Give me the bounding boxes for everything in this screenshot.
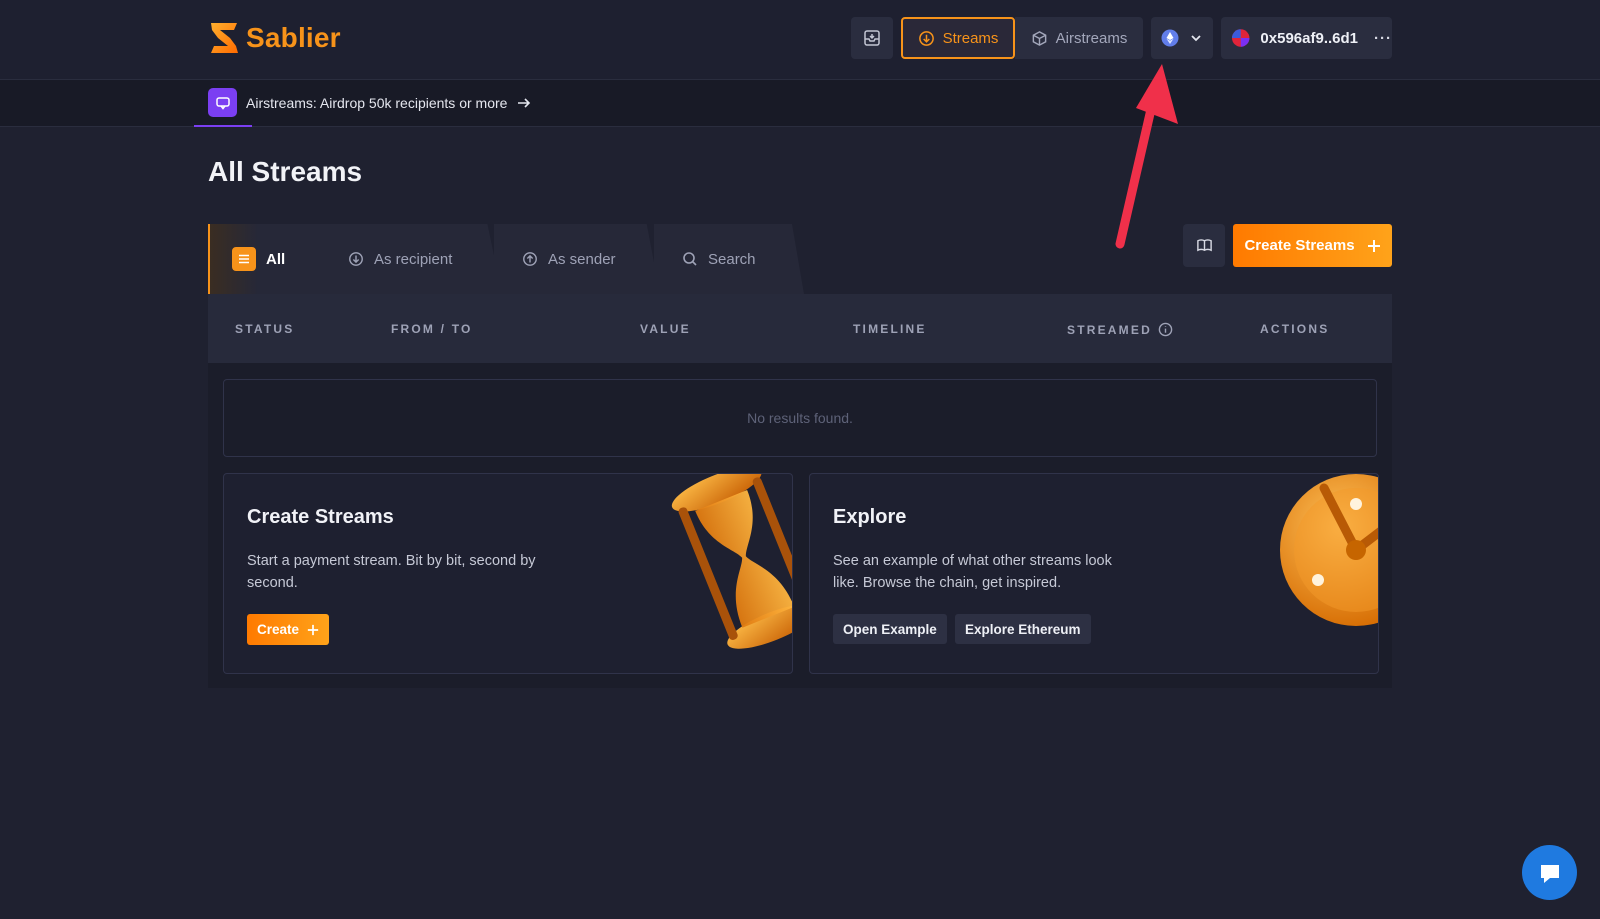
wallet-avatar-icon xyxy=(1231,29,1250,47)
streams-table: STATUS FROM / TO VALUE TIMELINE STREAMED… xyxy=(208,294,1392,688)
chain-selector[interactable] xyxy=(1151,17,1213,59)
explore-card-description: See an example of what other streams loo… xyxy=(833,553,1112,591)
cube-icon xyxy=(1032,30,1047,46)
tab-as-recipient[interactable]: As recipient xyxy=(320,224,502,294)
create-button[interactable]: Create xyxy=(247,614,330,645)
inbox-button[interactable] xyxy=(851,17,893,59)
nav-streams-label: Streams xyxy=(942,29,999,47)
wallet-button[interactable]: 0x596af9..6d1 ··· xyxy=(1221,17,1392,59)
page-title: All Streams xyxy=(208,156,363,187)
column-status[interactable]: STATUS xyxy=(235,322,294,336)
empty-state-text: No results found. xyxy=(747,410,853,426)
column-streamed[interactable]: STREAMED xyxy=(1067,322,1173,337)
support-chat-button[interactable] xyxy=(1522,845,1577,900)
create-streams-label: Create Streams xyxy=(1244,237,1355,254)
tab-search[interactable]: Search xyxy=(654,224,804,294)
tab-search-label: Search xyxy=(708,250,756,268)
explore-card: Explore See an example of what other str… xyxy=(809,473,1379,674)
column-value[interactable]: VALUE xyxy=(640,322,691,336)
chevron-down-icon xyxy=(1191,35,1201,42)
sablier-logo-icon xyxy=(211,23,238,53)
chat-icon xyxy=(1540,864,1559,883)
table-header: STATUS FROM / TO VALUE TIMELINE STREAMED… xyxy=(208,294,1392,363)
arrow-right-icon xyxy=(518,97,531,108)
banner-link[interactable]: Airstreams: Airdrop 50k recipients or mo… xyxy=(208,88,532,117)
nav-airstreams-label: Airstreams xyxy=(1055,29,1128,47)
column-streamed-label: STREAMED xyxy=(1067,322,1152,337)
search-icon xyxy=(683,252,697,266)
column-from-to[interactable]: FROM / TO xyxy=(391,322,473,336)
create-card-description: Start a payment stream. Bit by bit, seco… xyxy=(247,553,536,591)
plus-icon xyxy=(1367,239,1380,252)
nav-tab-airstreams[interactable]: Airstreams xyxy=(1015,17,1143,59)
create-streams-button[interactable]: Create Streams xyxy=(1233,224,1392,267)
hourglass-illustration xyxy=(671,474,792,649)
banner-underline xyxy=(194,125,252,127)
chat-bubble-icon xyxy=(208,88,237,117)
tab-as-recipient-label: As recipient xyxy=(374,250,453,268)
arrow-up-circle-icon xyxy=(523,252,537,266)
more-options-icon[interactable]: ··· xyxy=(1374,30,1392,47)
column-timeline[interactable]: TIMELINE xyxy=(853,322,927,336)
create-streams-card: Create Streams Start a payment stream. B… xyxy=(223,473,793,674)
create-button-label: Create xyxy=(257,622,300,637)
empty-state: No results found. xyxy=(223,379,1377,457)
wallet-address: 0x596af9..6d1 xyxy=(1260,29,1358,47)
explore-ethereum-button[interactable]: Explore Ethereum xyxy=(955,614,1091,644)
clock-illustration xyxy=(1280,474,1378,626)
open-example-button[interactable]: Open Example xyxy=(833,614,947,644)
inbox-icon xyxy=(864,30,880,46)
book-icon xyxy=(1196,239,1212,252)
explore-card-title: Explore xyxy=(833,506,907,528)
column-actions[interactable]: ACTIONS xyxy=(1260,322,1329,336)
arrow-down-circle-icon xyxy=(918,30,934,46)
announcement-banner: Airstreams: Airdrop 50k recipients or mo… xyxy=(0,80,1600,127)
create-card-title: Create Streams xyxy=(247,506,394,528)
tab-as-sender-label: As sender xyxy=(548,250,616,268)
tab-all[interactable]: All xyxy=(208,224,330,294)
list-icon xyxy=(232,247,256,271)
banner-text: Airstreams: Airdrop 50k recipients or mo… xyxy=(246,94,508,111)
ethereum-icon xyxy=(1161,29,1179,47)
top-bar: Sablier Streams Airstreams 0x596af9..6d1… xyxy=(0,0,1600,80)
plus-icon xyxy=(307,624,319,635)
info-icon[interactable] xyxy=(1158,322,1173,337)
brand-name: Sablier xyxy=(246,22,341,53)
arrow-down-circle-icon xyxy=(349,252,363,266)
tab-all-label: All xyxy=(266,250,286,268)
docs-button[interactable] xyxy=(1183,224,1225,267)
sablier-logo[interactable]: Sablier xyxy=(208,20,341,56)
nav-tab-streams[interactable]: Streams xyxy=(901,17,1015,59)
tab-as-sender[interactable]: As sender xyxy=(494,224,660,294)
